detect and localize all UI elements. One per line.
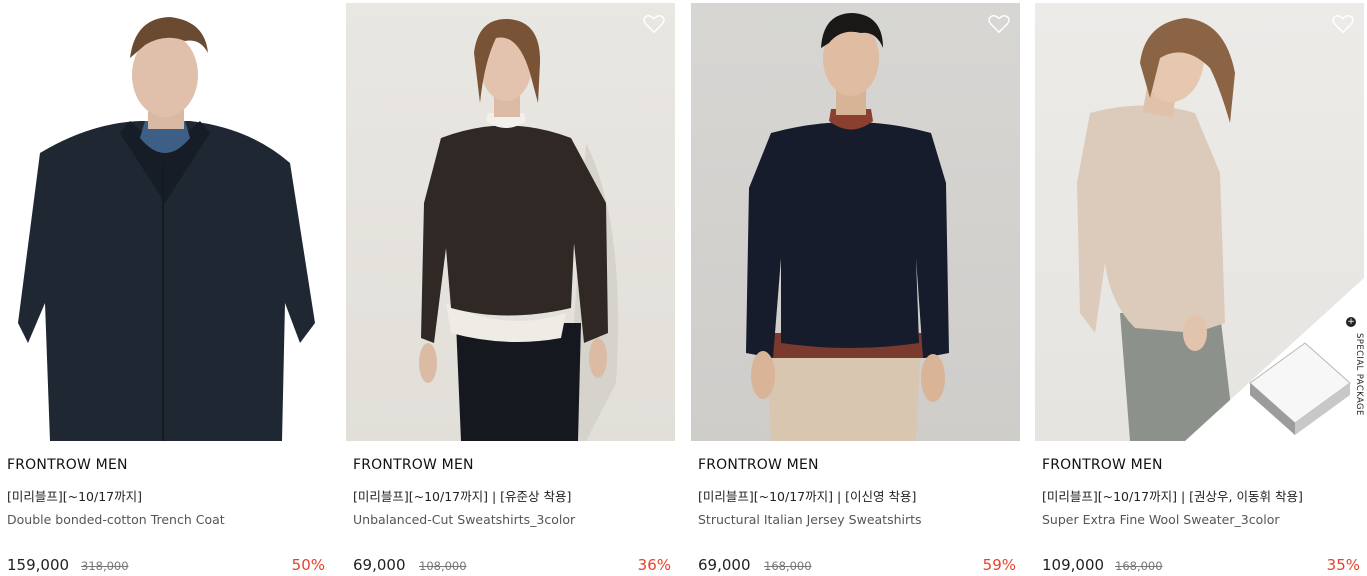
product-discount: 59% xyxy=(982,556,1016,574)
product-brand[interactable]: FRONTROW MEN xyxy=(353,457,474,473)
product-price: 69,000 xyxy=(698,556,751,574)
product-image[interactable]: + SPECIAL PACKAGE xyxy=(1035,3,1364,441)
product-brand[interactable]: FRONTROW MEN xyxy=(1042,457,1163,473)
product-name[interactable]: Unbalanced-Cut Sweatshirts_3color xyxy=(353,512,575,527)
product-name[interactable]: Structural Italian Jersey Sweatshirts xyxy=(698,512,922,527)
product-image[interactable] xyxy=(691,3,1020,441)
product-discount: 36% xyxy=(637,556,671,574)
product-original-price: 168,000 xyxy=(1115,559,1163,573)
plus-icon[interactable]: + xyxy=(1346,317,1356,327)
product-name[interactable]: Double bonded-cotton Trench Coat xyxy=(7,512,225,527)
product-card[interactable]: FRONTROW MEN [미리블프][~10/17까지] | [유준상 착용]… xyxy=(346,0,678,576)
model-navy-sweatshirt-illustration xyxy=(746,13,949,441)
product-image[interactable] xyxy=(346,3,675,441)
product-original-price: 108,000 xyxy=(419,559,467,573)
product-promo[interactable]: [미리블프][~10/17까지] | [유준상 착용] xyxy=(353,486,571,505)
wishlist-heart-icon[interactable] xyxy=(1332,14,1354,34)
product-name[interactable]: Super Extra Fine Wool Sweater_3color xyxy=(1042,512,1280,527)
product-original-price: 318,000 xyxy=(81,559,129,573)
model-navy-trench-coat-illustration xyxy=(18,17,315,441)
product-price: 69,000 xyxy=(353,556,406,574)
model-brown-sweatshirt-illustration xyxy=(419,18,618,441)
product-promo[interactable]: [미리블프][~10/17까지] xyxy=(7,486,142,505)
wishlist-heart-icon[interactable] xyxy=(297,14,319,34)
model-beige-sweater-illustration xyxy=(1077,18,1364,441)
product-price: 159,000 xyxy=(7,556,70,574)
wishlist-heart-icon[interactable] xyxy=(988,14,1010,34)
product-grid: FRONTROW MEN [미리블프][~10/17까지] Double bon… xyxy=(0,0,1367,576)
product-price: 109,000 xyxy=(1042,556,1105,574)
product-card[interactable]: FRONTROW MEN [미리블프][~10/17까지] | [이신영 착용]… xyxy=(691,0,1023,576)
product-image[interactable] xyxy=(0,3,329,441)
product-brand[interactable]: FRONTROW MEN xyxy=(7,457,128,473)
special-package-badge[interactable]: SPECIAL PACKAGE xyxy=(1344,333,1364,423)
product-card[interactable]: FRONTROW MEN [미리블프][~10/17까지] Double bon… xyxy=(0,0,332,576)
product-promo[interactable]: [미리블프][~10/17까지] | [권상우, 이동휘 착용] xyxy=(1042,486,1303,505)
product-original-price: 168,000 xyxy=(764,559,812,573)
wishlist-heart-icon[interactable] xyxy=(643,14,665,34)
product-brand[interactable]: FRONTROW MEN xyxy=(698,457,819,473)
product-discount: 50% xyxy=(291,556,325,574)
product-discount: 35% xyxy=(1326,556,1360,574)
product-promo[interactable]: [미리블프][~10/17까지] | [이신영 착용] xyxy=(698,486,916,505)
product-card[interactable]: + SPECIAL PACKAGE FRONTROW MEN [미리블프][~1… xyxy=(1035,0,1367,576)
